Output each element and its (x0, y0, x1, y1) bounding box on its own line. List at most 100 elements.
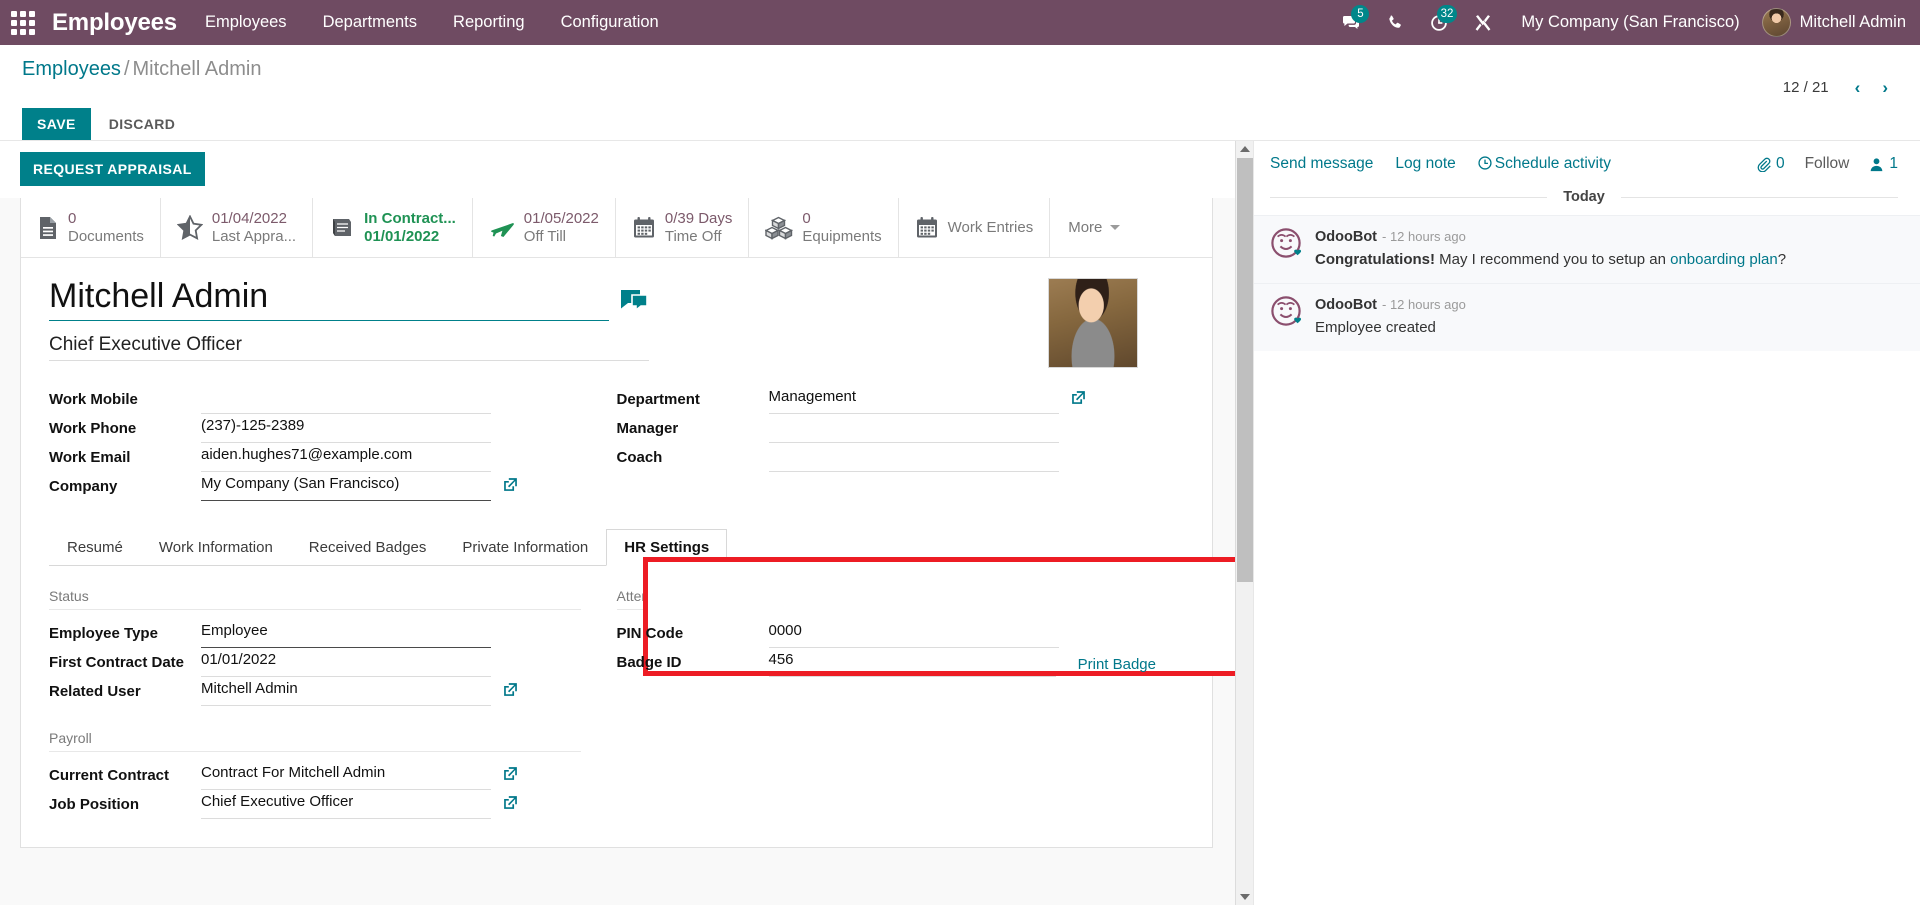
smart-button-time-off[interactable]: 0/39 Days Time Off (616, 198, 750, 258)
message-timestamp: - 12 hours ago (1382, 229, 1466, 244)
menu-employees[interactable]: Employees (187, 0, 305, 45)
employee-photo-slot[interactable] (1048, 276, 1184, 369)
badge-id-input[interactable]: 456 (768, 651, 1056, 678)
current-contract-internal-link-icon[interactable] (503, 766, 518, 790)
company-selector[interactable]: My Company (San Francisco) (1505, 13, 1755, 32)
scroll-down-arrow-icon[interactable] (1240, 894, 1250, 900)
field-label: First Contract Date (49, 654, 185, 672)
department-internal-link-icon[interactable] (1071, 390, 1086, 414)
smart-button-time-off-till[interactable]: 01/05/2022 Off Till (473, 198, 616, 258)
tab-work-information[interactable]: Work Information (141, 529, 291, 566)
pager-previous-button[interactable]: ‹ (1845, 77, 1871, 98)
attachment-count-button[interactable]: 0 (1756, 155, 1785, 173)
manager-input[interactable] (768, 417, 1059, 444)
chatter-toolbar-right: 0 Follow 1 (1756, 155, 1898, 173)
field-coach: Coach (616, 443, 1157, 473)
log-note-button[interactable]: Log note (1395, 155, 1455, 173)
phone-icon[interactable] (1373, 0, 1417, 45)
smart-button-equipments[interactable]: 0 Equipments (749, 198, 899, 258)
related-user-input[interactable]: Mitchell Admin (201, 680, 491, 707)
documents-label: Documents (68, 227, 144, 245)
user-menu[interactable]: Mitchell Admin (1756, 8, 1906, 37)
first-contract-date-input[interactable]: 01/01/2022 (201, 651, 491, 678)
pager-next-button[interactable]: › (1872, 77, 1898, 98)
time-off-label: Time Off (664, 227, 722, 245)
smart-button-documents[interactable]: 0 Documents (21, 198, 161, 258)
send-message-button[interactable]: Send message (1270, 155, 1373, 173)
smart-button-last-appraisal[interactable]: 01/04/2022 Last Appra... (161, 198, 314, 258)
smart-button-work-entries[interactable]: Work Entries (899, 198, 1051, 258)
follow-button[interactable]: Follow (1805, 155, 1850, 173)
field-label: Work Phone (49, 420, 137, 438)
navbar-right-tools: 5 32 My Company (San Francisco) Mitchell… (1329, 0, 1920, 45)
department-input[interactable]: Management (768, 388, 1059, 415)
record-action-buttons: SAVE DISCARD (0, 98, 1920, 140)
calendar-icon (915, 216, 939, 240)
work-email-input[interactable]: aiden.hughes71@example.com (201, 446, 491, 473)
activities-badge: 32 (1436, 5, 1458, 23)
apps-grid-icon[interactable] (0, 0, 46, 45)
activities-clock-icon[interactable]: 32 (1417, 0, 1461, 45)
messages-icon[interactable]: 5 (1329, 0, 1373, 45)
documents-count: 0 (68, 210, 77, 227)
field-work-email: Work Email aiden.hughes71@example.com (49, 443, 589, 473)
notebook-tabs: Resumé Work Information Received Badges … (49, 529, 1212, 567)
last-appraisal-date: 01/04/2022 (211, 210, 287, 227)
user-menu-label: Mitchell Admin (1799, 13, 1906, 31)
coach-input[interactable] (768, 446, 1059, 473)
menu-configuration[interactable]: Configuration (543, 0, 677, 45)
scroll-up-arrow-icon[interactable] (1240, 146, 1250, 152)
save-button[interactable]: SAVE (22, 108, 91, 140)
breadcrumb-root[interactable]: Employees (22, 58, 121, 80)
debug-tools-icon[interactable] (1461, 0, 1505, 45)
employee-photo[interactable] (1048, 278, 1138, 369)
employee-name-input[interactable]: Mitchell Admin (49, 276, 609, 322)
app-brand-title[interactable]: Employees (46, 9, 187, 37)
message-author: OdooBot (1315, 297, 1378, 314)
field-label: Coach (616, 449, 663, 467)
related-user-internal-link-icon[interactable] (503, 682, 518, 706)
job-position-input[interactable]: Chief Executive Officer (201, 793, 491, 820)
tab-private-information[interactable]: Private Information (444, 529, 606, 566)
document-icon (37, 216, 59, 240)
smart-button-text: In Contract... 01/01/2022 (364, 210, 456, 245)
company-internal-link-icon[interactable] (503, 477, 518, 501)
menu-reporting[interactable]: Reporting (435, 0, 543, 45)
smart-button-contract[interactable]: In Contract... 01/01/2022 (313, 198, 473, 258)
tab-hr-settings[interactable]: HR Settings (606, 529, 728, 567)
form-scroll-area: REQUEST APPRAISAL 0 Documents 01/04/2022… (0, 141, 1253, 905)
sheet-outer: 0 Documents 01/04/2022 Last Appra... In … (0, 198, 1253, 849)
company-input[interactable]: My Company (San Francisco) (201, 475, 491, 502)
chat-bubble-icon[interactable] (619, 288, 649, 319)
smart-button-text: 0 Equipments (802, 210, 881, 245)
work-mobile-input[interactable] (201, 388, 491, 415)
scrollbar-thumb[interactable] (1237, 158, 1253, 582)
current-contract-input[interactable]: Contract For Mitchell Admin (201, 764, 491, 791)
request-appraisal-button[interactable]: REQUEST APPRAISAL (20, 152, 205, 186)
field-pin-code: PIN Code 0000 (617, 619, 1157, 649)
equipments-label: Equipments (802, 227, 882, 245)
contract-status: In Contract... (364, 210, 456, 227)
message-text-end: ? (1777, 250, 1787, 268)
employee-type-input[interactable]: Employee (201, 622, 491, 649)
menu-departments[interactable]: Departments (305, 0, 435, 45)
discard-button[interactable]: DISCARD (99, 108, 186, 140)
tab-resume[interactable]: Resumé (49, 529, 141, 566)
tab-received-badges[interactable]: Received Badges (291, 529, 445, 566)
followers-button[interactable]: 1 (1869, 155, 1898, 173)
message-text-mid: May I recommend you to setup an (1435, 250, 1671, 268)
field-label: Related User (49, 683, 141, 701)
main-form-groups: Work Mobile Work Phone (237)-125-2389 Wo… (21, 368, 1212, 502)
onboarding-plan-link[interactable]: onboarding plan (1670, 251, 1778, 268)
job-position-internal-link-icon[interactable] (503, 795, 518, 819)
pin-code-input[interactable]: 0000 (768, 622, 1059, 649)
print-badge-button[interactable]: Print Badge (1078, 656, 1156, 677)
day-label: Today (1563, 189, 1605, 205)
schedule-activity-button[interactable]: Schedule activity (1478, 155, 1611, 173)
smart-button-more[interactable]: More (1050, 198, 1138, 257)
messages-badge: 5 (1351, 5, 1370, 23)
work-phone-input[interactable]: (237)-125-2389 (201, 417, 491, 444)
smart-button-text: 0 Documents (68, 210, 144, 245)
form-vertical-scrollbar[interactable] (1235, 141, 1253, 905)
job-title-input[interactable]: Chief Executive Officer (49, 334, 649, 362)
